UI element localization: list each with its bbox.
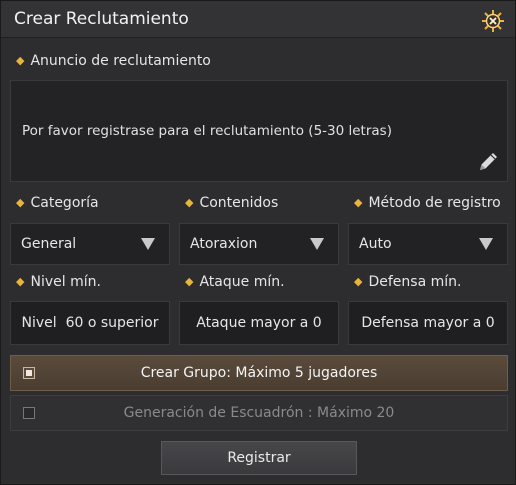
contents-heading: ◆ Contenidos	[185, 195, 278, 211]
diamond-icon: ◆	[16, 196, 25, 209]
chevron-down-icon	[310, 238, 324, 250]
diamond-icon: ◆	[354, 196, 363, 209]
diamond-icon: ◆	[16, 275, 25, 288]
announcement-textarea[interactable]: Por favor registrase para el reclutamien…	[10, 80, 508, 182]
min-level-heading: ◆ Nivel mín.	[16, 274, 101, 290]
title-bar: Crear Reclutamiento	[1, 1, 515, 38]
min-level-value: Nivel 60 o superior	[21, 315, 159, 331]
close-icon[interactable]	[481, 9, 505, 33]
min-attack-value: Ataque mayor a 0	[196, 315, 322, 331]
min-attack-heading: ◆ Ataque mín.	[185, 274, 285, 290]
contents-label: Contenidos	[199, 195, 279, 211]
min-defense-label: Defensa mín.	[368, 274, 462, 290]
registration-method-dropdown[interactable]: Auto	[348, 223, 508, 265]
create-squad-option[interactable]: Generación de Escuadrón : Máximo 20	[10, 395, 508, 431]
contents-dropdown[interactable]: Atoraxion	[179, 223, 339, 265]
category-value: General	[21, 236, 77, 252]
diamond-icon: ◆	[16, 54, 25, 67]
create-group-label: Crear Grupo: Máximo 5 jugadores	[140, 365, 378, 381]
diamond-icon: ◆	[185, 275, 194, 288]
min-attack-field[interactable]: Ataque mayor a 0	[179, 301, 339, 345]
chevron-down-icon	[479, 238, 493, 250]
registration-method-label: Método de registro	[368, 195, 501, 211]
min-defense-heading: ◆ Defensa mín.	[354, 274, 461, 290]
category-label: Categoría	[30, 195, 99, 211]
announcement-text: Por favor registrase para el reclutamien…	[22, 123, 392, 139]
announcement-heading: ◆ Anuncio de reclutamiento	[16, 53, 211, 69]
contents-value: Atoraxion	[190, 236, 258, 252]
category-heading: ◆ Categoría	[16, 195, 99, 211]
registration-method-value: Auto	[359, 236, 392, 252]
min-level-field[interactable]: Nivel 60 o superior	[10, 301, 170, 345]
chevron-down-icon	[141, 238, 155, 250]
create-squad-label: Generación de Escuadrón : Máximo 20	[123, 405, 395, 421]
diamond-icon: ◆	[185, 196, 194, 209]
registration-method-heading: ◆ Método de registro	[354, 195, 501, 211]
create-recruitment-window: Crear Reclutamiento ◆ Anuncio de reclutam…	[0, 0, 516, 485]
announcement-label: Anuncio de reclutamiento	[30, 53, 211, 69]
category-dropdown[interactable]: General	[10, 223, 170, 265]
register-button[interactable]: Registrar	[161, 441, 357, 475]
min-defense-field[interactable]: Defensa mayor a 0	[348, 301, 508, 345]
min-attack-label: Ataque mín.	[199, 274, 285, 290]
min-level-label: Nivel mín.	[30, 274, 101, 290]
window-title: Crear Reclutamiento	[14, 9, 189, 29]
diamond-icon: ◆	[354, 275, 363, 288]
create-group-option[interactable]: Crear Grupo: Máximo 5 jugadores	[10, 355, 508, 391]
min-defense-value: Defensa mayor a 0	[361, 315, 495, 331]
register-button-label: Registrar	[227, 450, 291, 466]
pencil-icon[interactable]	[475, 149, 501, 175]
